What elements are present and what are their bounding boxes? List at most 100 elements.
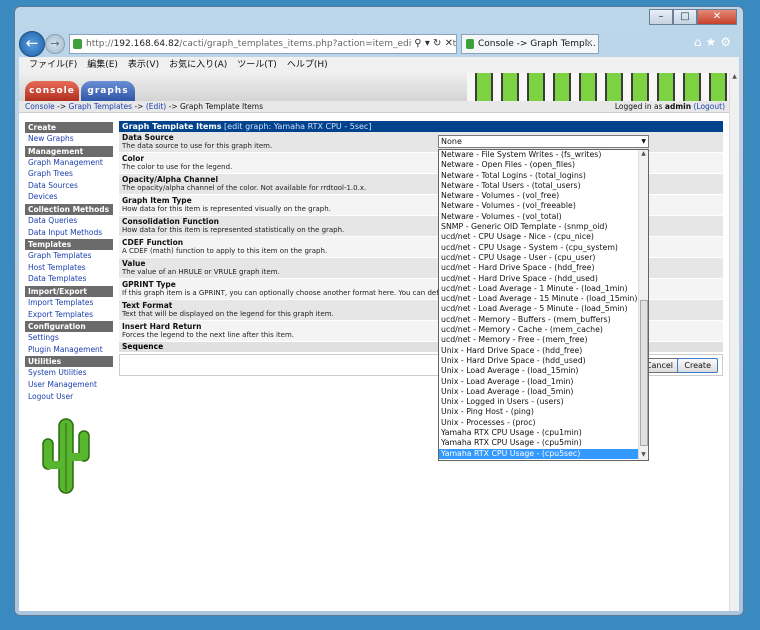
sidebar-item-new-graphs[interactable]: New Graphs [25,133,113,145]
menu-item[interactable]: 表示(V) [128,57,159,73]
dropdown-option[interactable]: Yamaha RTX CPU Usage - (cpu5sec) [439,448,639,459]
stop-icon[interactable]: ✕ [445,38,453,49]
sidebar-item-graph-templates[interactable]: Graph Templates [25,250,113,262]
dropdown-option[interactable]: Unix - Logged in Users - (users) [439,397,639,407]
sidebar-item-host-templates[interactable]: Host Templates [25,262,113,274]
url-prefix: http:// [86,39,114,49]
sidebar-item-user-management[interactable]: User Management [25,379,113,391]
dropdown-option[interactable]: Unix - Hard Drive Space - (hdd_used) [439,356,639,366]
tab-graphs[interactable]: graphs [81,81,135,101]
menu-item[interactable]: ツール(T) [237,57,277,73]
dropdown-scroll-thumb[interactable] [640,300,648,446]
sidebar-item-import-templates[interactable]: Import Templates [25,297,113,309]
scroll-up-icon[interactable]: ▲ [730,73,739,83]
breadcrumb-edit[interactable]: (Edit) [146,102,166,111]
sidebar-item-export-templates[interactable]: Export Templates [25,309,113,321]
address-tools: ⚲ ▾ ↻ ✕ [412,35,453,53]
dropdown-option[interactable]: Netware - Volumes - (vol_total) [439,212,639,222]
sidebar-item-data-templates[interactable]: Data Templates [25,273,113,285]
maximize-icon[interactable]: □ [673,9,697,25]
dropdown-option[interactable]: ucd/net - Memory - Free - (mem_free) [439,335,639,345]
data-source-select[interactable]: None ▼ [438,135,649,148]
sidebar-item-data-input-methods[interactable]: Data Input Methods [25,227,113,239]
search-icon[interactable]: ⚲ [414,38,421,49]
menu-item[interactable]: ヘルプ(H) [287,57,328,73]
sidebar-heading: Templates [25,239,113,251]
gear-icon[interactable]: ⚙ [720,35,735,49]
dropdown-option[interactable]: Netware - Volumes - (vol_freeable) [439,201,639,211]
dropdown-option[interactable]: Netware - Volumes - (vol_free) [439,191,639,201]
favorites-star-icon[interactable]: ★ [705,35,720,49]
home-icon[interactable]: ⌂ [694,35,706,49]
sidebar-heading: Import/Export [25,285,113,297]
dropdown-option[interactable]: ucd/net - CPU Usage - Nice - (cpu_nice) [439,232,639,242]
dropdown-option[interactable]: Netware - Total Logins - (total_logins) [439,171,639,181]
sidebar-item-logout-user[interactable]: Logout User [25,391,113,403]
dropdown-option[interactable]: Unix - Load Average - (load_15min) [439,366,639,376]
dropdown-option[interactable]: ucd/net - Hard Drive Space - (hdd_used) [439,274,639,284]
menu-item[interactable]: お気に入り(A) [169,57,227,73]
sidebar-heading: Management [25,145,113,157]
menu-bar: ファイル(F) 編集(E) 表示(V) お気に入り(A) ツール(T) ヘルプ(H) [19,57,739,73]
close-icon[interactable]: ✕ [697,9,737,25]
forward-arrow-icon[interactable]: → [45,34,65,54]
dropdown-option[interactable]: Unix - Hard Drive Space - (hdd_free) [439,346,639,356]
dropdown-icon[interactable]: ▾ [425,38,430,49]
dropdown-option[interactable]: Yamaha RTX CPU Usage - (cpu1min) [439,428,639,438]
menu-item[interactable]: 編集(E) [87,57,118,73]
breadcrumb-graph-templates[interactable]: Graph Templates [69,102,133,111]
data-source-dropdown-list[interactable]: Netware - File System Writes - (fs_write… [438,149,649,461]
sidebar-item-settings[interactable]: Settings [25,332,113,344]
sidebar-item-data-sources[interactable]: Data Sources [25,180,113,192]
dropdown-option[interactable]: ucd/net - CPU Usage - System - (cpu_syst… [439,243,639,253]
dropdown-option[interactable]: ucd/net - Load Average - 5 Minute - (loa… [439,304,639,314]
dropdown-option[interactable]: Netware - File System Writes - (fs_write… [439,150,639,160]
tab-console[interactable]: console [25,81,79,101]
sidebar-item-graph-management[interactable]: Graph Management [25,157,113,169]
dropdown-option[interactable]: Yamaha RTX CPU Usage - (cpu5min) [439,438,639,448]
dropdown-option[interactable]: ucd/net - CPU Usage - User - (cpu_user) [439,253,639,263]
dropdown-scrollbar[interactable]: ▲ ▼ [638,150,648,460]
scroll-down-icon[interactable]: ▼ [639,451,648,460]
dropdown-option[interactable]: ucd/net - Load Average - 1 Minute - (loa… [439,284,639,294]
scroll-up-icon[interactable]: ▲ [639,150,648,159]
browser-toolbar-icons: ⌂★⚙ [694,35,735,49]
create-button[interactable]: Create [677,358,718,373]
login-user: admin [664,102,692,111]
tab-title: Console -> Graph Templ... [478,39,596,49]
dropdown-option[interactable]: SNMP - Generic OID Template - (snmp_oid) [439,222,639,232]
dropdown-option[interactable]: Unix - Ping Host - (ping) [439,407,639,417]
dropdown-option[interactable]: Unix - Load Average - (load_1min) [439,377,639,387]
refresh-icon[interactable]: ↻ [433,38,441,49]
sidebar-item-plugin-management[interactable]: Plugin Management [25,344,113,356]
dropdown-option[interactable]: Netware - Open Files - (open_files) [439,160,639,170]
page-viewport: console graphs Console -> Graph Template… [19,73,739,611]
minimize-icon[interactable]: – [649,9,673,25]
sidebar-item-graph-trees[interactable]: Graph Trees [25,168,113,180]
dropdown-option[interactable]: ucd/net - Hard Drive Space - (hdd_free) [439,263,639,273]
address-bar[interactable]: http://192.168.64.82/cacti/graph_templat… [69,34,457,54]
dropdown-option[interactable]: Unix - Processes - (proc) [439,418,639,428]
dropdown-option[interactable]: Netware - Total Users - (total_users) [439,181,639,191]
browser-tab[interactable]: Console -> Graph Templ... ✕ [461,34,599,54]
page-scrollbar[interactable]: ▲ [729,73,739,611]
sidebar-item-system-utilities[interactable]: System Utilities [25,367,113,379]
site-favicon-icon [73,39,82,49]
form-title: Graph Template Items [edit graph: Yamaha… [119,121,723,132]
sidebar-item-data-queries[interactable]: Data Queries [25,215,113,227]
dropdown-option[interactable]: Unix - Load Average - (load_5min) [439,387,639,397]
dropdown-option[interactable]: ucd/net - Load Average - 15 Minute - (lo… [439,294,639,304]
dropdown-option[interactable]: ucd/net - Memory - Buffers - (mem_buffer… [439,315,639,325]
menu-item[interactable]: ファイル(F) [29,57,77,73]
dropdown-options: Netware - File System Writes - (fs_write… [439,150,639,459]
data-source-value: None [441,137,462,146]
breadcrumb-console[interactable]: Console [25,102,55,111]
tab-close-icon[interactable]: ✕ [585,35,593,53]
logout-link[interactable]: (Logout) [693,102,725,111]
breadcrumb-separator: -> [166,102,180,111]
chevron-down-icon[interactable]: ▼ [641,136,646,147]
dropdown-option[interactable]: ucd/net - Memory - Cache - (mem_cache) [439,325,639,335]
sidebar-item-devices[interactable]: Devices [25,191,113,203]
back-arrow-icon[interactable]: ← [19,31,45,57]
cactus-logo [42,418,90,494]
